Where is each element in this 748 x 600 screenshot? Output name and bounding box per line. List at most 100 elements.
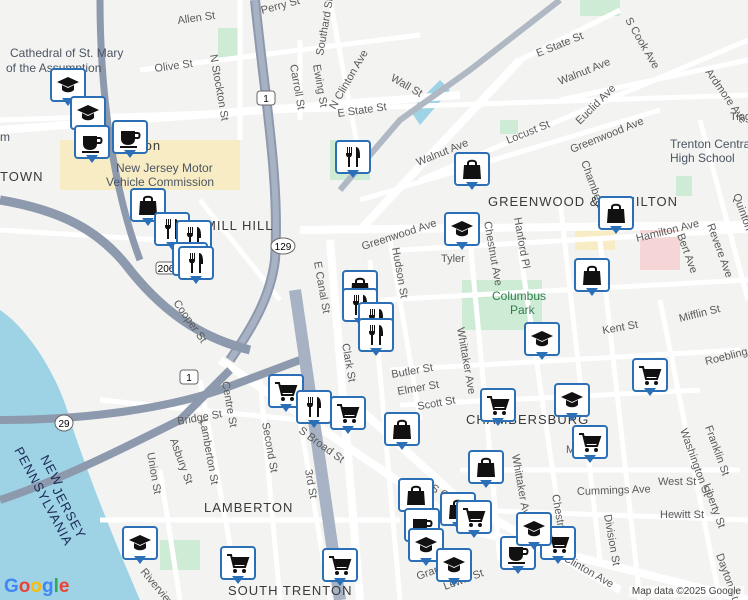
marker-pointer: [420, 558, 432, 566]
shopping-marker[interactable]: [598, 196, 634, 236]
marker-pointer: [342, 426, 354, 434]
restaurant-marker[interactable]: [178, 246, 214, 286]
marker-pointer: [448, 578, 460, 586]
grocery-marker[interactable]: [572, 425, 608, 465]
marker-pointer: [512, 566, 524, 574]
poi-label: Trenton Central: [670, 137, 748, 151]
route-shield-1-south: 1: [179, 369, 199, 385]
shopping-icon: [598, 196, 634, 230]
shopping-icon: [454, 152, 490, 186]
marker-pointer: [480, 480, 492, 488]
route-shield-29-west: 29: [54, 414, 74, 432]
cafe-marker[interactable]: [74, 125, 110, 165]
restaurant-icon: [358, 318, 394, 352]
restaurant-icon: [296, 390, 332, 424]
route-shield-129-north: 129: [270, 237, 296, 255]
grocery-icon: [220, 546, 256, 580]
marker-pointer: [466, 182, 478, 190]
google-logo: Google: [4, 576, 70, 597]
restaurant-marker[interactable]: [335, 140, 371, 180]
street-label: Tyler: [441, 253, 465, 265]
restaurant-marker[interactable]: [296, 390, 332, 430]
poi-label: New Jersey Motor: [116, 161, 213, 175]
marker-pointer: [142, 218, 154, 226]
poi-label: Park: [510, 303, 536, 317]
marker-pointer: [134, 556, 146, 564]
marker-pointer: [308, 420, 320, 428]
poi-label: High School: [670, 151, 735, 165]
school-marker[interactable]: [122, 526, 158, 566]
neighborhood-label: MILL HILL: [205, 218, 274, 233]
cafe-icon: [74, 125, 110, 159]
svg-text:129: 129: [275, 242, 292, 253]
marker-pointer: [492, 418, 504, 426]
poi-label: m: [0, 130, 10, 144]
street-label: Hewitt St: [660, 509, 704, 521]
shopping-icon: [574, 258, 610, 292]
marker-pointer: [586, 288, 598, 296]
marker-pointer: [232, 576, 244, 584]
grocery-marker[interactable]: [220, 546, 256, 586]
marker-pointer: [396, 442, 408, 450]
restaurant-icon: [335, 140, 371, 174]
marker-pointer: [584, 455, 596, 463]
marker-pointer: [280, 404, 292, 412]
shopping-marker[interactable]: [574, 258, 610, 298]
poi-label: Cathedral of St. Mary: [10, 46, 123, 60]
shopping-marker[interactable]: [384, 412, 420, 452]
grocery-marker[interactable]: [480, 388, 516, 428]
restaurant-marker[interactable]: [358, 318, 394, 358]
grocery-icon: [572, 425, 608, 459]
neighborhood-label: LAMBERTON: [204, 500, 293, 515]
shopping-icon: [398, 478, 434, 512]
school-marker[interactable]: [436, 548, 472, 588]
neighborhood-label: TOWN: [0, 169, 43, 184]
svg-text:1: 1: [263, 94, 269, 105]
poi-label: Vehicle Commission: [106, 175, 214, 189]
grocery-marker[interactable]: [632, 358, 668, 398]
school-icon: [554, 383, 590, 417]
marker-pointer: [456, 242, 468, 250]
restaurant-icon: [178, 246, 214, 280]
school-marker[interactable]: [554, 383, 590, 423]
marker-pointer: [347, 170, 359, 178]
grocery-marker[interactable]: [330, 396, 366, 436]
school-marker[interactable]: [524, 322, 560, 362]
school-icon: [524, 322, 560, 356]
school-marker[interactable]: [516, 512, 552, 552]
shopping-marker[interactable]: [468, 450, 504, 490]
svg-text:1: 1: [186, 373, 192, 384]
route-shield-1-north: 1: [256, 90, 276, 106]
grocery-icon: [456, 500, 492, 534]
marker-pointer: [124, 150, 136, 158]
shopping-icon: [384, 412, 420, 446]
marker-pointer: [536, 352, 548, 360]
map-attribution[interactable]: Map data ©2025 Google: [628, 586, 744, 597]
shopping-icon: [468, 450, 504, 484]
marker-pointer: [552, 556, 564, 564]
cafe-marker[interactable]: [112, 120, 148, 160]
street-label: West St: [658, 476, 696, 488]
marker-pointer: [370, 348, 382, 356]
school-icon: [516, 512, 552, 546]
marker-pointer: [190, 276, 202, 284]
grocery-icon: [330, 396, 366, 430]
marker-pointer: [610, 226, 622, 234]
marker-pointer: [644, 388, 656, 396]
grocery-marker[interactable]: [456, 500, 492, 540]
school-icon: [122, 526, 158, 560]
school-icon: [436, 548, 472, 582]
shopping-marker[interactable]: [454, 152, 490, 192]
school-marker[interactable]: [444, 212, 480, 252]
svg-text:29: 29: [58, 419, 70, 430]
school-icon: [444, 212, 480, 246]
cafe-icon: [112, 120, 148, 154]
marker-pointer: [528, 542, 540, 550]
grocery-marker[interactable]: [322, 548, 358, 588]
grocery-icon: [480, 388, 516, 422]
neighborhood-label: GREENWOOD & HAMILTON: [488, 194, 678, 209]
grocery-icon: [632, 358, 668, 392]
marker-pointer: [566, 413, 578, 421]
marker-pointer: [334, 578, 346, 586]
marker-pointer: [86, 155, 98, 163]
